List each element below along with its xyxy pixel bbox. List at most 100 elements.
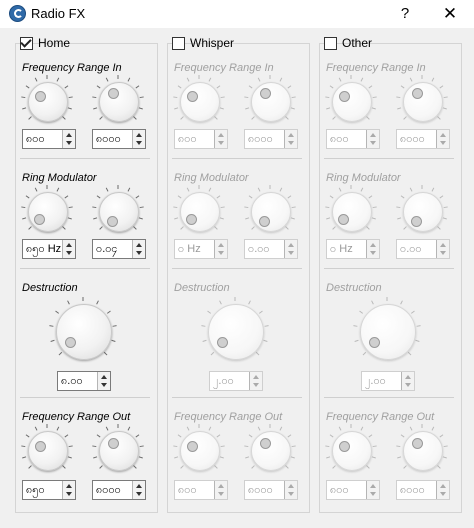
freq-out-low-knob[interactable] [28,431,68,471]
spin-down-icon [66,141,72,145]
destruction-knob [360,304,416,360]
spinbox-value: ၀ Hz [330,243,353,255]
freq-out-high-spinbox[interactable]: ၈၀၀၀ [92,480,146,500]
app-icon [9,5,26,22]
spinbox-value: ၈၀၀၀ [248,133,273,145]
freq-in-high-knob[interactable] [99,82,139,122]
freq-out-low-knob [180,431,220,471]
spin-arrows[interactable] [132,481,145,499]
spin-arrows[interactable] [62,481,75,499]
ring-freq-knob [332,192,372,232]
freq-out-high-spinbox: ၈၀၀၀ [244,480,298,500]
spin-down-icon [370,141,376,145]
spin-up-icon [370,243,376,247]
freq-out-high-knob[interactable] [99,431,139,471]
spin-down-icon [218,141,224,145]
ring-amount-knob[interactable] [99,192,139,232]
spin-arrows[interactable] [132,240,145,258]
checkbox[interactable] [20,35,33,50]
spin-arrows [284,130,297,148]
window-title: Radio FX [31,6,86,21]
spin-down-icon [405,383,411,387]
spin-down-icon [440,141,446,145]
spin-arrows [366,130,379,148]
checkbox[interactable] [172,36,185,50]
spin-down-icon [66,492,72,496]
destruction-knob [208,304,264,360]
spin-arrows [284,240,297,258]
spin-down-icon [101,383,107,387]
spin-down-icon [370,251,376,255]
destruction-knob[interactable] [56,304,112,360]
spin-arrows [366,240,379,258]
freq-out-low-spinbox: ၈၀၀ [174,480,228,500]
spin-up-icon [440,133,446,137]
spin-arrows [214,130,227,148]
preset-whisper-toggle[interactable]: Whisper [172,33,234,53]
freq-in-low-spinbox[interactable]: ၈၀၀ [22,129,76,149]
spinbox-value: ၈၅၀ [26,484,45,496]
spin-arrows[interactable] [97,372,110,390]
spin-down-icon [288,251,294,255]
spinbox-value: ၈၀၀ [178,484,197,496]
close-button[interactable]: ✕ [433,2,467,26]
spin-up-icon [370,133,376,137]
preset-label: Whisper [190,36,235,50]
freq-in-high-spinbox: ၈၀၀၀ [244,129,298,149]
section-divider [172,268,302,269]
ring-freq-knob[interactable] [28,192,68,232]
spin-arrows [436,481,449,499]
spinbox-value: ၀ Hz [178,243,201,255]
help-button[interactable]: ? [388,2,422,26]
spin-arrows [401,372,414,390]
knob-indicator [35,91,46,102]
ring-freq-knob [180,192,220,232]
section-divider [324,268,454,269]
checkbox[interactable] [324,36,337,50]
spinbox-value: ၈၀၀ [26,133,45,145]
ring-amount-spinbox: ၀.၀၀ [396,239,450,259]
knob-indicator [260,88,271,99]
spin-up-icon [405,375,411,379]
spinbox-value: ၀.၀၀ [400,243,422,255]
spin-down-icon [288,492,294,496]
ring-amount-spinbox[interactable]: ၀.၀၄ [92,239,146,259]
spin-up-icon [136,243,142,247]
destruction-spinbox: ၂.၀၀ [361,371,415,391]
freq-in-low-spinbox: ၈၀၀ [174,129,228,149]
spin-down-icon [218,492,224,496]
ring-freq-spinbox[interactable]: ၈၅၀ Hz [22,239,76,259]
preset-home-toggle[interactable]: Home [20,33,70,53]
section-divider [20,158,150,159]
freq-out-low-spinbox[interactable]: ၈၅၀ [22,480,76,500]
knob-indicator [34,214,45,225]
freq-in-low-knob[interactable] [28,82,68,122]
spin-down-icon [136,251,142,255]
section-divider [20,397,150,398]
ring-freq-spinbox: ၀ Hz [174,239,228,259]
freq-in-low-knob [180,82,220,122]
section-divider [172,158,302,159]
spin-arrows[interactable] [62,240,75,258]
freq-in-high-spinbox[interactable]: ၈၀၀၀ [92,129,146,149]
spin-down-icon [136,492,142,496]
freq-in-low-knob [332,82,372,122]
spin-up-icon [440,243,446,247]
section-divider [20,268,150,269]
destruction-spinbox[interactable]: ၈.၀၀ [57,371,111,391]
knob-indicator [369,337,380,348]
spin-up-icon [66,243,72,247]
knob-indicator [108,438,119,449]
spin-up-icon [440,484,446,488]
spinbox-value: ၈၀၀ [178,133,197,145]
spin-arrows [436,130,449,148]
spin-arrows[interactable] [132,130,145,148]
spin-arrows[interactable] [62,130,75,148]
knob-indicator [338,214,349,225]
spin-up-icon [288,133,294,137]
preset-other-toggle[interactable]: Other [324,33,372,53]
spin-up-icon [253,375,259,379]
spin-up-icon [66,133,72,137]
knob-indicator [187,91,198,102]
knob-indicator [412,438,423,449]
